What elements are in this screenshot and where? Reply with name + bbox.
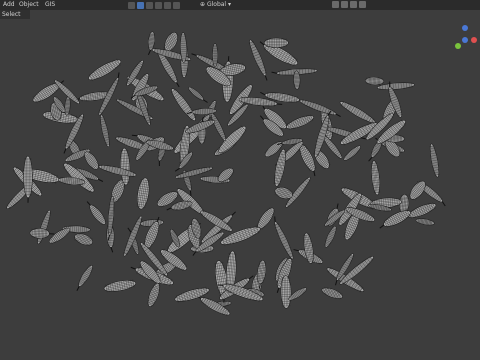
3d-viewport[interactable]: [0, 20, 480, 360]
transform-icon[interactable]: [173, 1, 180, 9]
menu-add[interactable]: Add: [3, 0, 15, 10]
shading-tools: [332, 1, 366, 8]
corn-cob: [212, 43, 219, 68]
view-mode-icon[interactable]: [128, 1, 135, 9]
render-icon[interactable]: [359, 1, 366, 8]
grab-mode-icon[interactable]: [146, 1, 153, 9]
navigation-gizmo[interactable]: [450, 20, 480, 60]
material-icon[interactable]: [350, 1, 357, 8]
select-mode-icon[interactable]: [137, 1, 144, 9]
globe-icon: ⊕: [200, 1, 206, 8]
top-header: Add Object GIS ⊕ Global ▾: [0, 0, 480, 10]
corn-cob: [365, 76, 384, 86]
corn-stem: [277, 103, 283, 105]
menu-gis[interactable]: GIS: [45, 0, 55, 10]
solid-icon[interactable]: [341, 1, 348, 8]
z-axis-icon[interactable]: [462, 25, 468, 31]
menu-object[interactable]: Object: [19, 0, 39, 10]
select-box-dropdown[interactable]: Select Box: [0, 10, 30, 27]
view-tools: [128, 1, 180, 9]
gizmo-center: [462, 37, 468, 43]
corn-cob: [263, 37, 289, 48]
wireframe-icon[interactable]: [332, 1, 339, 8]
orientation-dropdown[interactable]: ⊕ Global ▾: [200, 0, 231, 10]
rotate-mode-icon[interactable]: [155, 1, 162, 9]
scale-mode-icon[interactable]: [164, 1, 171, 9]
y-axis-icon[interactable]: [455, 43, 461, 49]
x-axis-icon[interactable]: [471, 37, 477, 43]
orientation-label: Global: [206, 1, 227, 8]
chevron-down-icon: ▾: [228, 1, 232, 8]
